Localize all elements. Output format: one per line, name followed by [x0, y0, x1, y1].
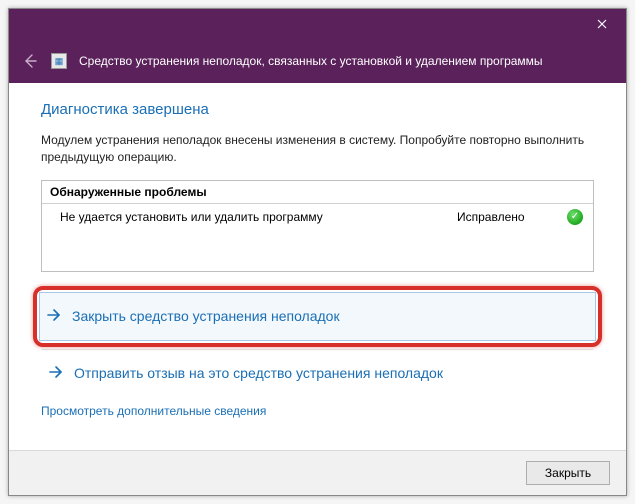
send-feedback-label: Отправить отзыв на это средство устранен… [74, 365, 443, 381]
close-troubleshooter-label: Закрыть средство устранения неполадок [72, 308, 340, 324]
window-close-button[interactable] [582, 10, 622, 38]
view-details-link[interactable]: Просмотреть дополнительные сведения [41, 404, 594, 418]
arrow-right-icon [48, 364, 64, 383]
footer-bar: Закрыть [9, 450, 626, 495]
page-description: Модулем устранения неполадок внесены изм… [41, 132, 594, 166]
problems-box: Обнаруженные проблемы Не удается установ… [41, 180, 594, 272]
content-area: Диагностика завершена Модулем устранения… [9, 83, 626, 450]
problem-status: Исправлено [457, 210, 567, 224]
check-icon: ✓ [567, 209, 583, 225]
problem-row: Не удается установить или удалить програ… [42, 204, 593, 230]
highlight-callout: Закрыть средство устранения неполадок [33, 286, 602, 347]
close-button[interactable]: Закрыть [526, 461, 610, 485]
close-troubleshooter-action[interactable]: Закрыть средство устранения неполадок [39, 292, 596, 341]
troubleshooter-icon: ▦ [51, 53, 67, 69]
arrow-right-icon [46, 307, 62, 326]
send-feedback-action[interactable]: Отправить отзыв на это средство устранен… [41, 349, 594, 398]
problems-heading: Обнаруженные проблемы [42, 181, 593, 204]
actions-list: Закрыть средство устранения неполадок От… [41, 288, 594, 398]
problem-name: Не удается установить или удалить програ… [60, 210, 457, 224]
troubleshooter-window: ▦ Средство устранения неполадок, связанн… [8, 8, 627, 496]
back-button[interactable] [21, 52, 39, 70]
header-bar: ▦ Средство устранения неполадок, связанн… [9, 39, 626, 83]
header-title: Средство устранения неполадок, связанных… [79, 54, 543, 68]
titlebar [9, 9, 626, 39]
page-title: Диагностика завершена [41, 101, 594, 118]
